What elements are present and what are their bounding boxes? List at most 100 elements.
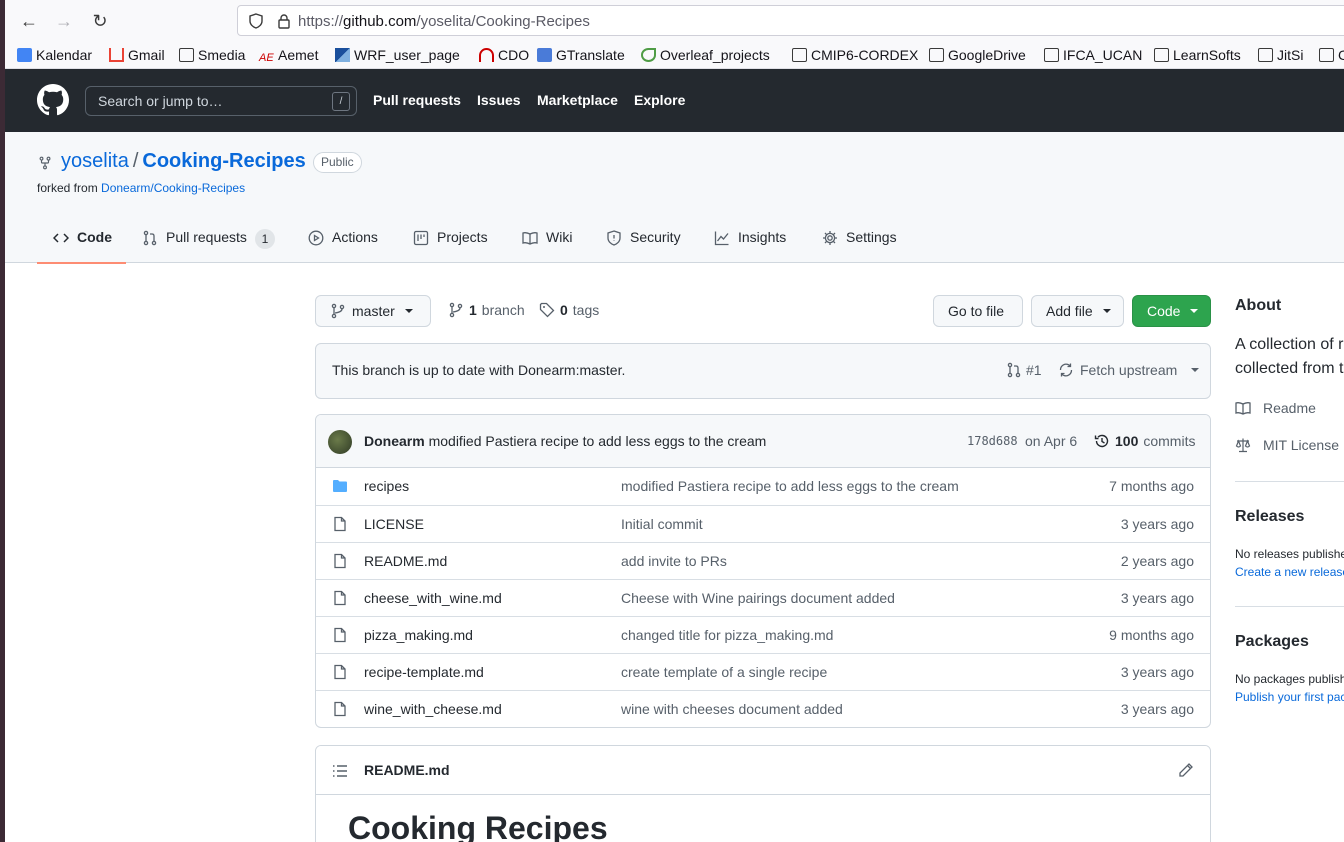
commit-author-link[interactable]: Donearm [364, 433, 425, 449]
file-commit-message-link[interactable]: wine with cheeses document added [621, 701, 843, 717]
pencil-icon[interactable] [1178, 762, 1194, 778]
branch-select-button[interactable]: master [315, 295, 431, 327]
forked-from-link[interactable]: Donearm/Cooking-Recipes [101, 181, 245, 195]
nav-explore[interactable]: Explore [634, 92, 685, 108]
file-commit-message-link[interactable]: Cheese with Wine pairings document added [621, 590, 895, 606]
list-icon[interactable] [332, 763, 348, 779]
bookmark-learnsofts[interactable]: LearnSofts [1154, 45, 1241, 65]
bookmark-gmail[interactable]: Gmail [109, 45, 165, 65]
bookmark-smedia[interactable]: Smedia [179, 45, 245, 65]
file-name-link[interactable]: wine_with_cheese.md [364, 701, 502, 717]
back-icon[interactable]: ← [18, 10, 40, 32]
history-icon [1094, 434, 1109, 448]
file-commit-message-link[interactable]: Initial commit [621, 516, 703, 532]
fetch-upstream-button[interactable]: Fetch upstream [1058, 362, 1200, 378]
bookmark-ifca[interactable]: IFCA_UCAN [1044, 45, 1142, 65]
tab-insights[interactable]: Insights [714, 220, 786, 264]
folder-icon [1258, 48, 1273, 62]
sidebar-divider [1235, 481, 1344, 482]
lock-icon[interactable] [276, 13, 292, 29]
bookmark-googledrive[interactable]: GoogleDrive [929, 45, 1026, 65]
bookmark-jitsi[interactable]: JitSi [1258, 45, 1303, 65]
add-file-button[interactable]: Add file [1031, 295, 1124, 327]
tab-wiki[interactable]: Wiki [522, 220, 572, 264]
bookmark-cmip6[interactable]: CMIP6-CORDEX [792, 45, 918, 65]
tab-settings[interactable]: Settings [822, 220, 897, 264]
bookmark-aemet[interactable]: AE Aemet [259, 45, 318, 65]
file-name-link[interactable]: recipes [364, 478, 409, 494]
no-releases-text: No releases publishe [1235, 547, 1344, 561]
file-name-link[interactable]: README.md [364, 553, 447, 569]
file-commit-message-link[interactable]: changed title for pizza_making.md [621, 627, 833, 643]
tab-projects[interactable]: Projects [413, 220, 488, 264]
url-domain: github.com [343, 13, 417, 30]
code-button[interactable]: Code [1132, 295, 1211, 327]
reload-icon[interactable]: ↻ [89, 10, 111, 32]
go-to-file-button[interactable]: Go to file [933, 295, 1023, 327]
book-icon [522, 232, 538, 245]
pull-request-link[interactable]: #1 [1006, 362, 1042, 378]
forward-icon[interactable]: → [53, 10, 75, 32]
file-age: 3 years ago [1120, 701, 1194, 717]
commit-count-label: commits [1143, 433, 1196, 449]
publish-package-link[interactable]: Publish your first pac [1235, 690, 1344, 704]
file-name-link[interactable]: LICENSE [364, 516, 424, 532]
repo-description-line: A collection of r [1235, 336, 1344, 353]
file-name-link[interactable]: recipe-template.md [364, 664, 484, 680]
file-age: 2 years ago [1120, 553, 1194, 569]
nav-marketplace[interactable]: Marketplace [537, 92, 618, 108]
about-heading: About [1235, 297, 1282, 314]
file-commit-message-link[interactable]: create template of a single recipe [621, 664, 827, 680]
address-bar[interactable]: https://github.com/yoselita/Cooking-Reci… [237, 5, 1344, 36]
bookmark-label: WRF_user_page [354, 47, 460, 63]
bookmark-kalendar[interactable]: Kalendar [17, 45, 92, 65]
tags-link[interactable]: 0 tags [539, 302, 599, 318]
bookmark-wrf[interactable]: WRF_user_page [335, 45, 460, 65]
file-icon [334, 627, 346, 643]
releases-heading[interactable]: Releases [1235, 508, 1304, 526]
nav-issues[interactable]: Issues [477, 92, 521, 108]
pull-request-icon [143, 230, 157, 246]
branches-link[interactable]: 1 branch [448, 302, 525, 318]
repo-owner-link[interactable]: yoselita [61, 150, 129, 172]
bookmark-cdo[interactable]: CDO [479, 45, 529, 65]
commit-message-link[interactable]: modified Pastiera recipe to add less egg… [429, 433, 767, 449]
bookmark-overleaf[interactable]: Overleaf_projects [641, 45, 770, 65]
tab-label: Settings [846, 229, 897, 245]
aemet-icon: AE [259, 52, 274, 64]
table-row: pizza_making.md changed title for pizza_… [316, 616, 1210, 653]
tab-code[interactable]: Code [37, 220, 126, 264]
branch-icon [331, 303, 345, 319]
file-name-link[interactable]: pizza_making.md [364, 627, 473, 643]
search-input[interactable]: Search or jump to… / [85, 86, 357, 116]
license-link[interactable]: MIT License [1235, 437, 1339, 453]
file-commit-message-link[interactable]: modified Pastiera recipe to add less egg… [621, 478, 959, 494]
latest-commit-bar: Donearm modified Pastiera recipe to add … [316, 415, 1210, 468]
law-icon [1235, 438, 1251, 453]
readme-title[interactable]: README.md [364, 762, 450, 778]
tab-pull-requests[interactable]: Pull requests 1 [142, 220, 275, 264]
github-logo-icon[interactable] [37, 84, 69, 116]
url-scheme: https:// [298, 13, 344, 30]
chevron-down-icon [1102, 309, 1111, 313]
commit-sha-link[interactable]: 178d688 [967, 434, 1018, 448]
tab-security[interactable]: Security [606, 220, 681, 264]
file-icon [334, 590, 346, 606]
tracking-shield-icon[interactable] [248, 13, 264, 29]
create-release-link[interactable]: Create a new release [1235, 565, 1344, 579]
folder-icon [1319, 48, 1334, 62]
repo-forked-icon [39, 156, 51, 170]
gear-icon [823, 231, 837, 245]
packages-heading[interactable]: Packages [1235, 633, 1309, 651]
no-packages-text: No packages publish [1235, 672, 1344, 686]
nav-pull-requests[interactable]: Pull requests [373, 92, 461, 108]
tab-actions[interactable]: Actions [308, 220, 378, 264]
readme-link[interactable]: Readme [1235, 400, 1316, 416]
file-name-link[interactable]: cheese_with_wine.md [364, 590, 502, 606]
commits-history-link[interactable]: 100 commits [1094, 433, 1195, 449]
file-commit-message-link[interactable]: add invite to PRs [621, 553, 727, 569]
avatar[interactable] [328, 430, 352, 454]
repo-name-link[interactable]: Cooking-Recipes [142, 150, 305, 172]
bookmark-overflow[interactable]: C [1319, 45, 1344, 65]
bookmark-gtranslate[interactable]: GTranslate [537, 45, 625, 65]
